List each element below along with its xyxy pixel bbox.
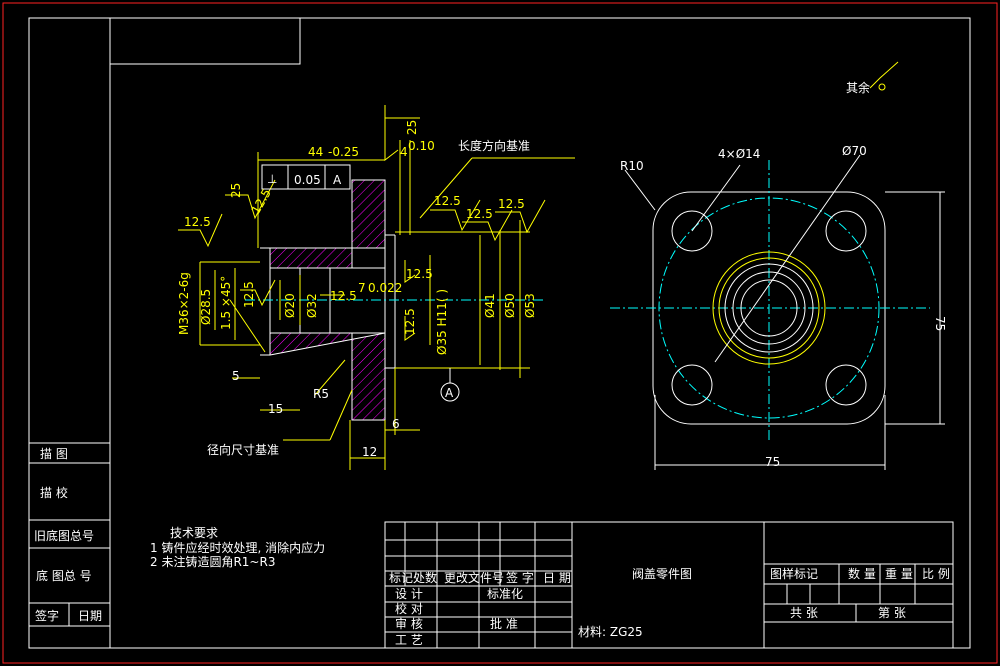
title-block: 标记 处数 更改文件号 签 字 日 期 设 计 校 对 审 核 工 艺 标准化 … bbox=[384, 521, 954, 649]
role-process: 工 艺 bbox=[395, 633, 423, 647]
dim-holes: 4×Ø14 bbox=[718, 147, 760, 161]
hatch-bottom bbox=[269, 332, 386, 421]
dim-25-top: 25 bbox=[405, 120, 419, 135]
flatness-value: 0.05 bbox=[294, 173, 321, 187]
note-2: 2 未注铸造圆角R1~R3 bbox=[150, 554, 275, 569]
flatness-symbol: ⊥ bbox=[267, 172, 277, 186]
dim-m36: M36×2-6g bbox=[177, 272, 191, 335]
dim-50: Ø50 bbox=[503, 293, 517, 318]
dim-12: 12 bbox=[362, 445, 377, 459]
dim-35: Ø35 H11( ) bbox=[435, 289, 449, 355]
material-label: 材料: ZG25 bbox=[578, 625, 643, 639]
rough-inner: 12.5 bbox=[330, 289, 357, 303]
dim-chamfer: 1.5 ×45° bbox=[219, 276, 233, 330]
rev-h-mark: 标记 bbox=[389, 571, 413, 585]
dim-7-tol: 0.022 bbox=[368, 281, 402, 295]
rough-r1: 12.5 bbox=[434, 194, 461, 208]
rough-mid: 12.5 bbox=[248, 186, 273, 216]
left-label-tracing: 描 图 bbox=[40, 447, 68, 461]
dim-75-h: 75 bbox=[765, 455, 780, 469]
dim-28-5: Ø28.5 bbox=[199, 289, 213, 325]
rev-h-date: 日 期 bbox=[543, 571, 571, 585]
dim-r5: R5 bbox=[313, 387, 329, 401]
dim-25-left: 25 bbox=[229, 183, 243, 198]
left-label-sign: 签字 bbox=[35, 608, 59, 623]
rh-weight: 重 量 bbox=[885, 567, 913, 581]
hatch-top bbox=[269, 179, 386, 269]
dim-20: Ø20 bbox=[283, 293, 297, 318]
rev-h-count: 处数 bbox=[413, 570, 437, 585]
corner-box bbox=[109, 17, 301, 65]
rev-h-file: 更改文件号 bbox=[444, 570, 504, 585]
label-radial-datum: 径向尺寸基准 bbox=[207, 442, 279, 457]
left-label-date: 日期 bbox=[78, 609, 102, 623]
approve-label: 批 准 bbox=[490, 616, 518, 631]
std-label: 标准化 bbox=[487, 587, 523, 601]
rh-qty: 数 量 bbox=[848, 566, 876, 581]
dim-5: 5 bbox=[232, 369, 240, 383]
rough-bore: 12.5 bbox=[406, 267, 433, 281]
dim-4: 4 bbox=[400, 145, 408, 159]
sheet-number: 第 张 bbox=[878, 606, 906, 620]
role-review: 审 核 bbox=[395, 616, 423, 631]
technical-notes: 技术要求 1 铸件应经时效处理, 消除内应力 2 未注铸造圆角R1~R3 bbox=[150, 526, 325, 569]
dim-32: Ø32 bbox=[305, 293, 319, 318]
rough-r3: 12.5 bbox=[498, 197, 525, 211]
rh-mark: 图样标记 bbox=[770, 566, 818, 581]
section-view: ⊥ A 44 -0.25 4 0.10 25 25 12.5 12.5 12.5… bbox=[177, 105, 575, 470]
sheet-total: 共 张 bbox=[790, 606, 818, 620]
rough-left: 12.5 bbox=[184, 215, 211, 229]
flatness-datum: A bbox=[333, 173, 342, 187]
label-length-datum: 长度方向基准 bbox=[458, 138, 530, 153]
drawing-title: 阀盖零件图 bbox=[632, 567, 692, 581]
dim-r10: R10 bbox=[620, 159, 644, 173]
rough-r2: 12.5 bbox=[466, 207, 493, 221]
rough-thread: 12.5 bbox=[242, 281, 256, 308]
left-label-check: 描 校 bbox=[40, 485, 68, 500]
left-label-base-no: 底 图总 号 bbox=[36, 568, 92, 583]
notes-heading: 技术要求 bbox=[170, 526, 218, 540]
dim-15: 15 bbox=[268, 402, 283, 416]
left-block: 描 图 描 校 旧底图总号 底 图总 号 签字 日期 bbox=[28, 442, 111, 649]
left-label-old-no: 旧底图总号 bbox=[34, 528, 94, 543]
datum-a-circle-label: A bbox=[445, 386, 454, 400]
role-check: 校 对 bbox=[395, 601, 423, 616]
end-view: R10 4×Ø14 Ø70 75 75 其余 bbox=[610, 61, 947, 470]
rev-h-sign: 签 字 bbox=[506, 570, 534, 585]
role-design: 设 计 bbox=[395, 587, 423, 601]
label-remaining: 其余 bbox=[846, 80, 870, 95]
note-1: 1 铸件应经时效处理, 消除内应力 bbox=[150, 540, 325, 555]
dim-44-tol: -0.25 bbox=[328, 145, 359, 159]
dim-4-tol: 0.10 bbox=[408, 139, 435, 153]
drawing-canvas: 描 图 描 校 旧底图总号 底 图总 号 签字 日期 ⊥ A 44 -0.25 … bbox=[0, 0, 1000, 666]
dim-53: Ø53 bbox=[523, 293, 537, 318]
dim-75-v: 75 bbox=[933, 316, 947, 331]
dim-70: Ø70 bbox=[842, 144, 867, 158]
drawing-svg: 描 图 描 校 旧底图总号 底 图总 号 签字 日期 ⊥ A 44 -0.25 … bbox=[2, 2, 998, 664]
dim-44: 44 bbox=[308, 145, 323, 159]
dim-7: 7 bbox=[358, 281, 366, 295]
dim-41: Ø41 bbox=[483, 293, 497, 318]
rough-bore-2: 12.5 bbox=[403, 308, 417, 335]
rh-scale: 比 例 bbox=[922, 567, 950, 581]
dim-6: 6 bbox=[392, 417, 400, 431]
